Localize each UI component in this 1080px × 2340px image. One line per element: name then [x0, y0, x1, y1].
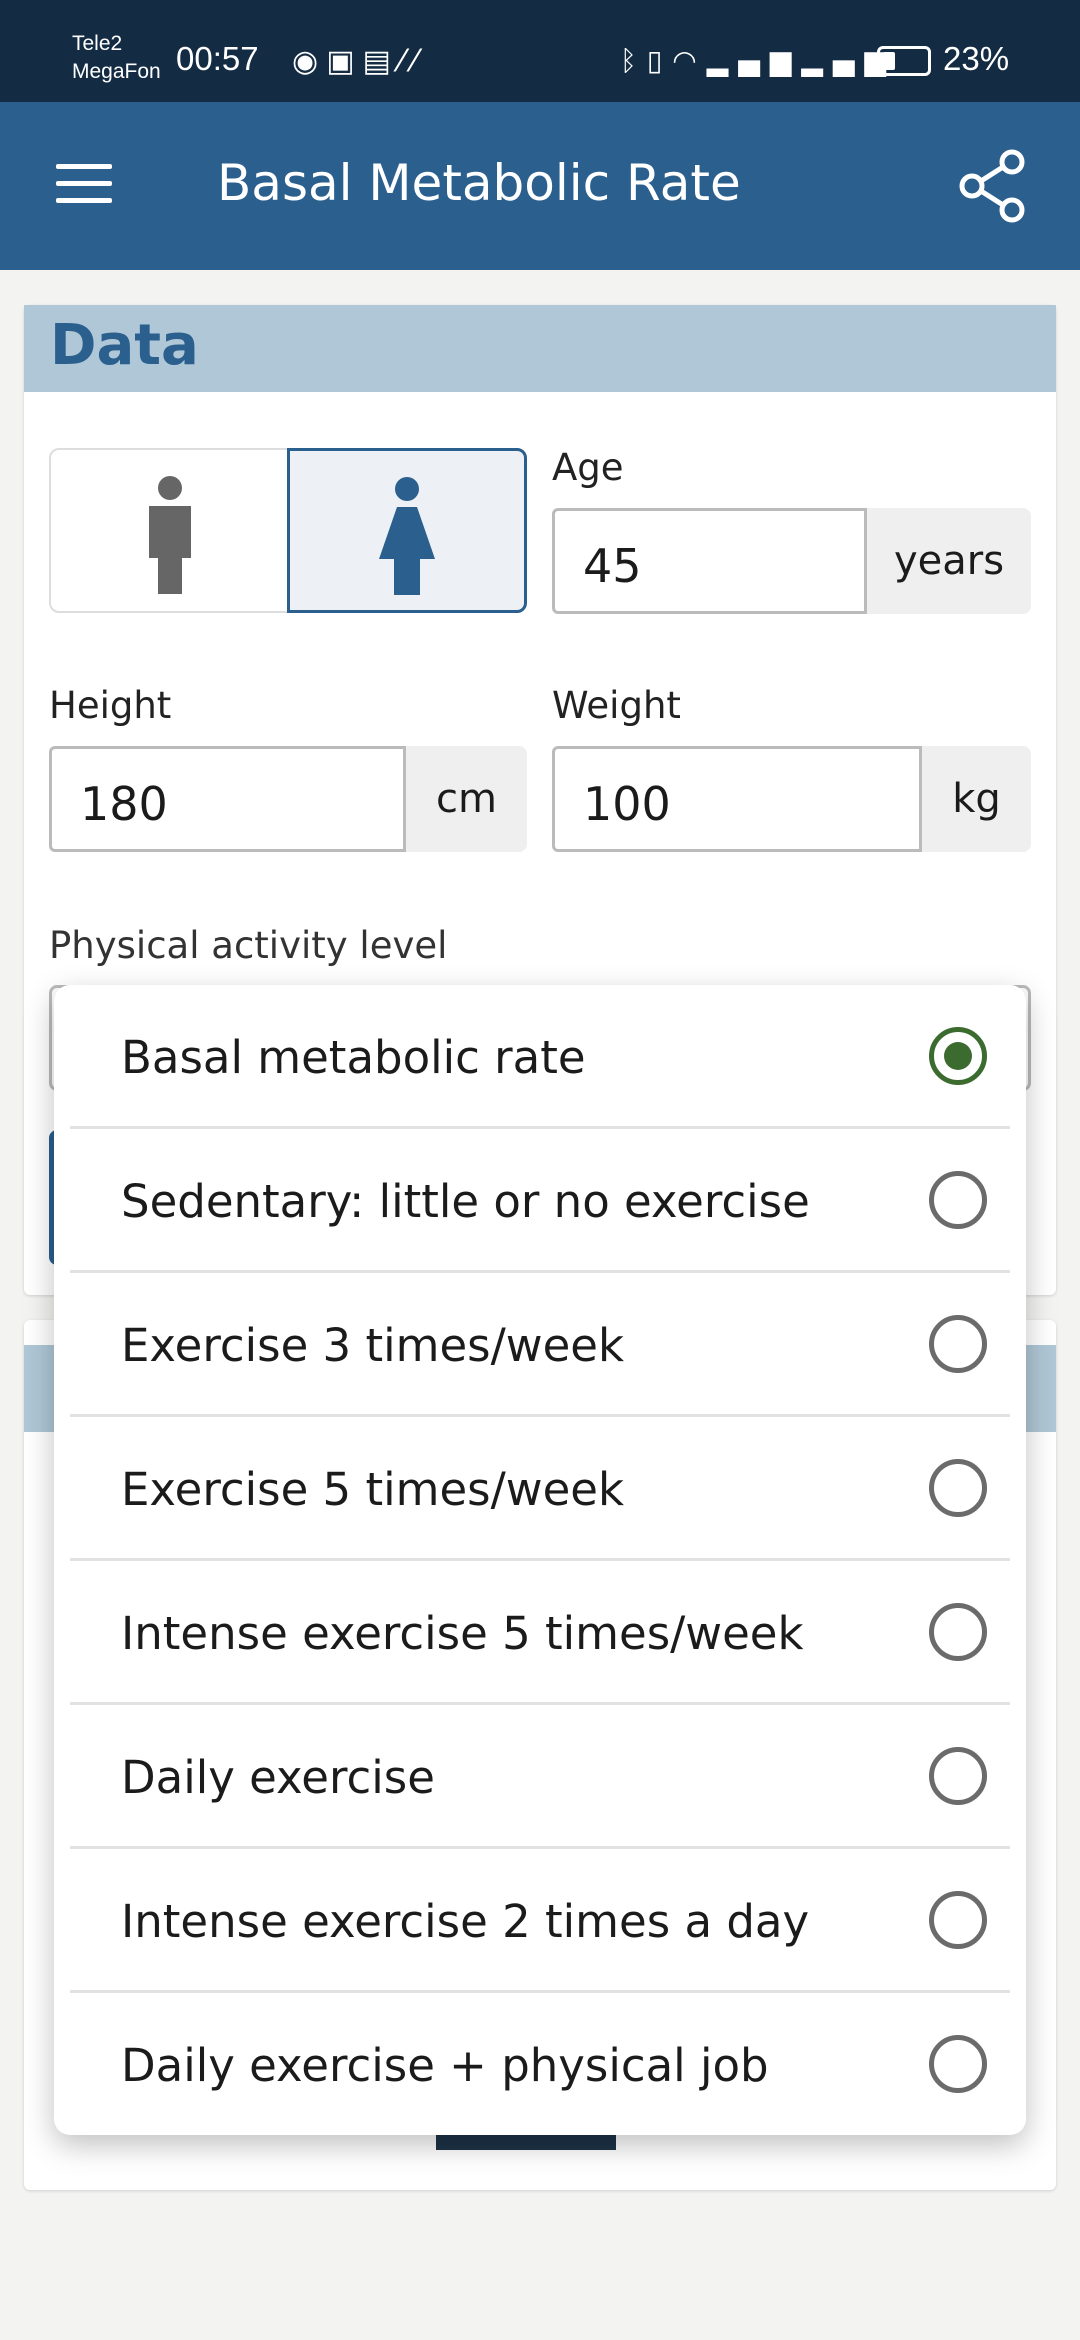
option-label: Daily exercise + physical job — [121, 2039, 769, 2092]
carrier-2: MegaFon — [72, 60, 161, 83]
gender-male-button[interactable] — [49, 448, 289, 613]
app-bar: Basal Metabolic Rate — [0, 102, 1080, 270]
radio-icon[interactable] — [929, 1315, 987, 1373]
nfc-icon: ▣ — [326, 44, 363, 79]
dropdown-option[interactable]: Intense exercise 2 times a day — [70, 1849, 1010, 1993]
eye-icon: ◉ — [292, 44, 327, 79]
radio-icon[interactable] — [929, 1171, 987, 1229]
age-unit: years — [867, 508, 1031, 614]
dropdown-option[interactable]: Daily exercise — [70, 1705, 1010, 1849]
radio-icon[interactable] — [929, 2035, 987, 2093]
carrier-1: Tele2 — [72, 32, 123, 55]
notification-icons: ◉▣▤⁄⁄ — [292, 44, 425, 79]
clock: 00:57 — [176, 40, 259, 77]
app-icon: ⁄⁄ — [398, 44, 425, 79]
option-label: Exercise 3 times/week — [121, 1319, 624, 1372]
share-icon[interactable] — [956, 148, 1028, 224]
bluetooth-icon: ᛒ — [620, 44, 647, 77]
height-label: Height — [49, 684, 172, 727]
height-unit: cm — [406, 746, 527, 852]
option-label: Intense exercise 2 times a day — [121, 1895, 810, 1948]
system-icons: ᛒ▯◠▂▄▆▂▄▆ — [620, 44, 896, 77]
dropdown-option[interactable]: Exercise 3 times/week — [70, 1273, 1010, 1417]
battery-percent: 23% — [943, 40, 1010, 77]
menu-icon[interactable] — [56, 164, 112, 204]
mail-icon: ▤ — [362, 44, 399, 79]
page-title: Basal Metabolic Rate — [217, 154, 741, 212]
option-label: Exercise 5 times/week — [121, 1463, 624, 1516]
signal-icon: ▂▄▆ — [706, 44, 802, 77]
data-card-header: Data — [24, 305, 1056, 392]
battery-icon — [877, 46, 931, 76]
option-label: Sedentary: little or no exercise — [121, 1175, 810, 1228]
status-bar: Tele2 MegaFon 00:57 ◉▣▤⁄⁄ ᛒ▯◠▂▄▆▂▄▆ 23% — [0, 0, 1080, 102]
weight-unit: kg — [922, 746, 1031, 852]
radio-selected-icon[interactable] — [929, 1027, 987, 1085]
dropdown-option[interactable]: Basal metabolic rate — [70, 985, 1010, 1129]
weight-label: Weight — [552, 684, 681, 727]
option-label: Intense exercise 5 times/week — [121, 1607, 804, 1660]
dropdown-option[interactable]: Exercise 5 times/week — [70, 1417, 1010, 1561]
activity-label: Physical activity level — [49, 924, 448, 967]
activity-dropdown: Basal metabolic rate Sedentary: little or… — [54, 985, 1026, 2135]
option-label: Basal metabolic rate — [121, 1031, 586, 1084]
gender-female-button[interactable] — [287, 448, 527, 613]
wifi-icon: ◠ — [672, 44, 707, 77]
option-label: Daily exercise — [121, 1751, 435, 1804]
male-icon — [149, 476, 191, 594]
dropdown-option[interactable]: Sedentary: little or no exercise — [70, 1129, 1010, 1273]
radio-icon[interactable] — [929, 1459, 987, 1517]
radio-icon[interactable] — [929, 1603, 987, 1661]
radio-icon[interactable] — [929, 1747, 987, 1805]
female-icon — [379, 477, 435, 595]
height-input[interactable]: 180 — [49, 746, 406, 852]
vibrate-icon: ▯ — [646, 44, 673, 77]
age-input[interactable]: 45 — [552, 508, 867, 614]
radio-icon[interactable] — [929, 1891, 987, 1949]
dropdown-option[interactable]: Intense exercise 5 times/week — [70, 1561, 1010, 1705]
weight-input[interactable]: 100 — [552, 746, 922, 852]
age-label: Age — [552, 446, 624, 489]
dropdown-option[interactable]: Daily exercise + physical job — [70, 1993, 1010, 2137]
carrier-names: Tele2 MegaFon — [72, 30, 161, 86]
